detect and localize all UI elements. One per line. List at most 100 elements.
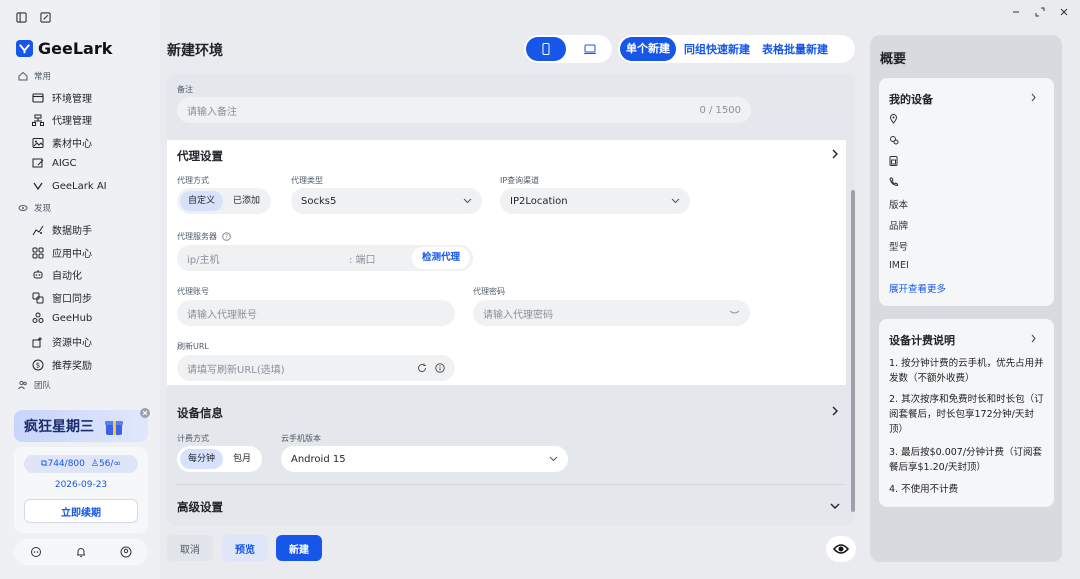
- logo: GeeLark: [16, 39, 112, 58]
- plan-stats: ⧉744/800 ♙56/∞: [24, 455, 138, 473]
- window-controls: [1000, 3, 1080, 21]
- expand-more-link[interactable]: 展开查看更多: [889, 281, 946, 295]
- restore-icon[interactable]: [1035, 7, 1045, 17]
- sidebar-item-resource[interactable]: 资源中心: [32, 334, 92, 349]
- team-icon: [18, 380, 28, 390]
- sidebar-group-discover: 发现: [18, 202, 51, 214]
- apps-grid-icon: [32, 247, 44, 259]
- my-device-title: 我的设备: [889, 93, 933, 106]
- user-icon[interactable]: [120, 546, 132, 558]
- help-icon[interactable]: ?: [222, 232, 231, 241]
- proxy-server-input[interactable]: ip/主机 : 端口 检测代理: [177, 245, 473, 271]
- version-label: 云手机版本: [281, 434, 321, 443]
- method-added[interactable]: 已添加: [225, 191, 268, 211]
- ip-channel-value: IP2Location: [510, 195, 568, 207]
- promo-banner[interactable]: 疯狂星期三: [14, 408, 150, 442]
- assistant-eye-icon[interactable]: [826, 536, 856, 562]
- port-placeholder[interactable]: : 端口: [349, 251, 409, 266]
- sidebar-item-geehub[interactable]: GeeHub: [32, 312, 92, 324]
- devices-count: ⧉744/800: [41, 459, 85, 469]
- info-icon[interactable]: [435, 363, 445, 373]
- sim-card-icon: [889, 156, 898, 166]
- svg-text:?: ?: [225, 234, 228, 241]
- proxy-method-label: 代理方式: [177, 176, 209, 185]
- sidebar-item-geelark-ai[interactable]: GeeLark AI: [32, 180, 107, 192]
- create-button[interactable]: 新建: [276, 535, 322, 561]
- refresh-icon[interactable]: [417, 363, 427, 373]
- billing-item-4: 4. 不使用不计费: [889, 484, 959, 495]
- network-icon: [32, 114, 44, 126]
- proxy-type-select[interactable]: Socks5: [291, 188, 482, 214]
- location-icon: [889, 114, 898, 124]
- ip-channel-select[interactable]: IP2Location: [500, 188, 690, 214]
- compass-icon: [18, 203, 28, 213]
- close-icon[interactable]: [1059, 7, 1069, 17]
- remark-input[interactable]: 请输入备注 0 / 1500: [177, 97, 751, 123]
- tab-single[interactable]: 单个新建: [620, 37, 676, 61]
- chevron-down-icon: [671, 198, 680, 204]
- version-value: Android 15: [291, 453, 346, 465]
- sidebar-item-reward[interactable]: $ 推荐奖励: [32, 357, 92, 372]
- sidebar-item-aigc[interactable]: AIGC: [32, 157, 77, 169]
- device-chevron-right-icon[interactable]: [831, 406, 839, 416]
- method-custom[interactable]: 自定义: [180, 191, 224, 211]
- my-device-chevron-right-icon[interactable]: [1030, 93, 1037, 102]
- phone-icon[interactable]: [526, 37, 566, 61]
- tab-table-batch[interactable]: 表格批量新建: [762, 41, 828, 57]
- sidebar-toggle-icon[interactable]: [16, 12, 27, 23]
- plan-card: ⧉744/800 ♙56/∞ 2026-09-23 立即续期: [14, 447, 148, 533]
- billing-per-minute[interactable]: 每分钟: [180, 449, 224, 469]
- billing-chevron-right-icon[interactable]: [1030, 334, 1037, 343]
- sidebar-group-common: 常用: [18, 70, 51, 82]
- sync-icon: [32, 292, 44, 304]
- sidebar-item-material[interactable]: 素材中心: [32, 135, 92, 150]
- remark-counter: 0 / 1500: [699, 104, 741, 116]
- sidebar-item-sync[interactable]: 窗口同步: [32, 290, 92, 305]
- preview-button[interactable]: 预览: [222, 535, 268, 561]
- proxy-section-title: 代理设置: [177, 149, 223, 163]
- proxy-server-label: 代理服务器 ?: [177, 231, 231, 242]
- bell-icon[interactable]: [75, 546, 87, 558]
- device-row-brand: 品牌: [889, 221, 909, 232]
- my-device-card: [879, 78, 1054, 306]
- device-row-model: 型号: [889, 242, 909, 253]
- edit-icon[interactable]: [40, 12, 51, 23]
- device-row-version: 版本: [889, 200, 909, 211]
- robot-icon: [32, 269, 44, 281]
- refresh-url-input[interactable]: 请填写刷新URL(选填): [177, 355, 455, 381]
- refresh-url-actions: [417, 363, 445, 373]
- renew-button[interactable]: 立即续期: [24, 499, 138, 523]
- sidebar-item-data[interactable]: 数据助手: [32, 222, 92, 237]
- data-sparkle-icon: [32, 224, 44, 236]
- check-proxy-button[interactable]: 检测代理: [411, 247, 470, 269]
- proxy-account-input[interactable]: 请输入代理账号: [177, 300, 455, 326]
- promo-banner-text: 疯狂星期三: [24, 419, 94, 435]
- sidebar-bottom-bar: [14, 539, 148, 565]
- proxy-password-input[interactable]: 请输入代理密码: [473, 300, 750, 326]
- sidebar-item-apps[interactable]: 应用中心: [32, 245, 92, 260]
- proxy-chevron-right-icon[interactable]: [831, 149, 839, 159]
- eye-closed-icon[interactable]: [729, 310, 740, 316]
- support-icon[interactable]: [30, 546, 42, 558]
- proxy-account-label: 代理账号: [177, 287, 209, 296]
- sidebar-item-env[interactable]: 环境管理: [32, 90, 92, 105]
- close-promo-icon[interactable]: [140, 408, 150, 418]
- advanced-chevron-down-icon[interactable]: [830, 502, 840, 510]
- desktop-icon[interactable]: [570, 37, 610, 61]
- host-placeholder[interactable]: ip/主机: [187, 251, 349, 266]
- billing-label: 计费方式: [177, 434, 209, 443]
- version-select[interactable]: Android 15: [281, 446, 568, 472]
- sidebar-item-automation[interactable]: 自动化: [32, 267, 82, 282]
- browser-window-icon: [32, 92, 44, 104]
- tab-group-quick[interactable]: 同组快速新建: [684, 41, 750, 57]
- minimize-icon[interactable]: [1011, 7, 1021, 17]
- billing-item-1: 1. 按分钟计费的云手机，优先占用并发数（不额外收费）: [889, 358, 1044, 384]
- form-scrollbar[interactable]: [851, 190, 855, 512]
- cancel-button[interactable]: 取消: [167, 535, 213, 561]
- billing-monthly[interactable]: 包月: [225, 449, 259, 469]
- sidebar-item-proxy[interactable]: 代理管理: [32, 112, 92, 127]
- geelark-logo-icon: [16, 40, 33, 57]
- advanced-section-title: 高级设置: [177, 500, 223, 514]
- hub-icon: [32, 312, 44, 324]
- sidebar-group-team: 团队: [18, 379, 51, 391]
